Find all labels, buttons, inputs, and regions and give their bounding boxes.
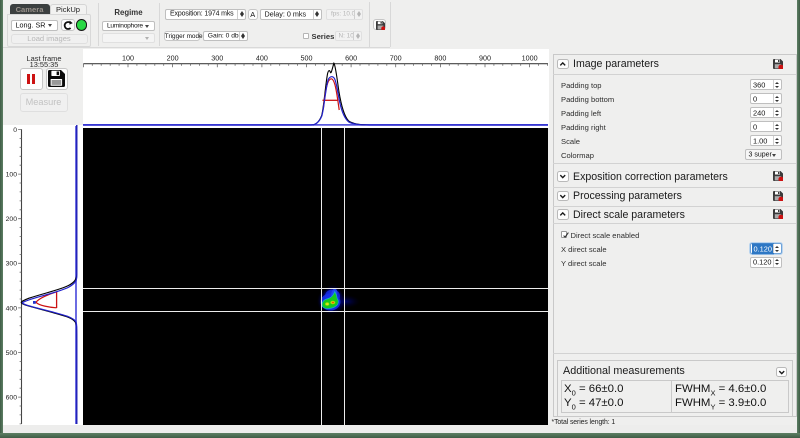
svg-text:700: 700 xyxy=(390,53,402,62)
svg-text:600: 600 xyxy=(6,395,18,402)
svg-text:100: 100 xyxy=(122,53,134,62)
svg-text:300: 300 xyxy=(211,53,223,62)
svg-text:600: 600 xyxy=(345,53,357,62)
svg-text:900: 900 xyxy=(479,53,491,62)
svg-text:1000: 1000 xyxy=(522,53,538,62)
svg-text:200: 200 xyxy=(6,216,18,223)
svg-text:500: 500 xyxy=(6,350,18,357)
svg-text:400: 400 xyxy=(6,305,18,312)
svg-text:200: 200 xyxy=(167,53,179,62)
svg-text:500: 500 xyxy=(301,53,313,62)
svg-text:100: 100 xyxy=(6,172,18,179)
svg-text:800: 800 xyxy=(434,53,446,62)
svg-text:300: 300 xyxy=(6,261,18,268)
svg-text:0: 0 xyxy=(13,127,17,134)
svg-text:400: 400 xyxy=(256,53,268,62)
